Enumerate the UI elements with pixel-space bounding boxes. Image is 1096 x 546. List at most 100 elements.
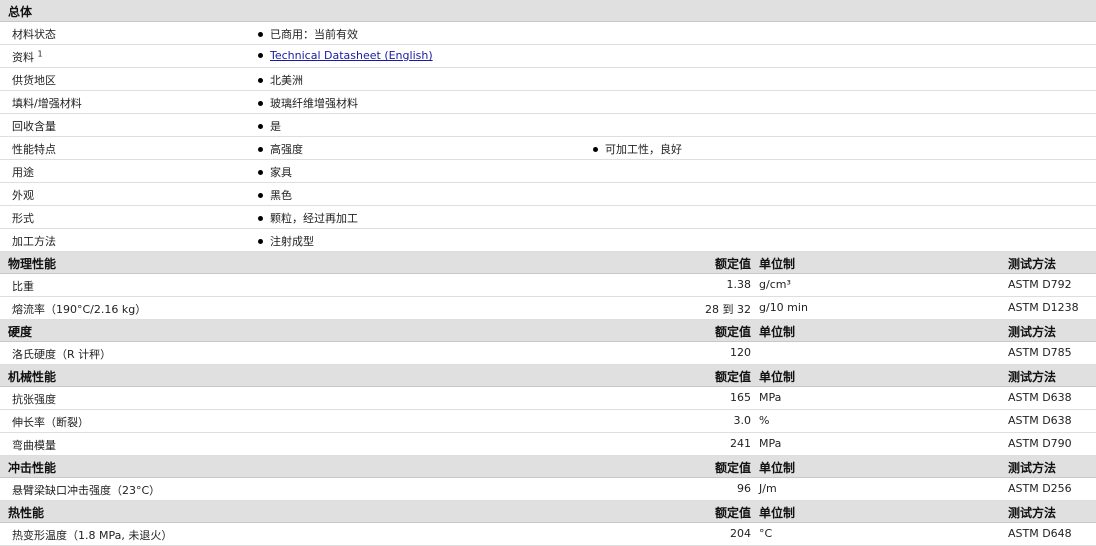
general-row: 回收含量 是 — [0, 114, 1096, 137]
col-header-unit: 单位制 — [759, 506, 796, 520]
property-row: 熔流率（190°C/2.16 kg） 28 到 32 g/10 min ASTM D1… — [0, 297, 1096, 320]
col-header-method: 测试方法 — [1008, 370, 1057, 384]
general-row: 形式 颗粒，经过再加工 — [0, 206, 1096, 229]
general-row: 外观 黑色 — [0, 183, 1096, 206]
general-row: 性能特点 高强度 可加工性，良好 — [0, 137, 1096, 160]
general-row: 填料/增强材料 玻璃纤维增强材料 — [0, 91, 1096, 114]
bullet-icon — [258, 77, 263, 83]
col-header-unit: 单位制 — [759, 461, 796, 475]
section-header: 物理性能 额定值 单位制 测试方法 — [0, 252, 1096, 274]
col-header-value: 额定值 — [714, 506, 751, 520]
property-row: 悬臂梁缺口冲击强度（23°C） 96 J/m ASTM D256 — [0, 478, 1096, 501]
property-label: 热变形温度（1.8 MPa, 未退火） — [12, 529, 173, 542]
bullet-text: 已商用：当前有效 — [270, 28, 358, 41]
property-row: 弯曲模量 241 MPa ASTM D790 — [0, 433, 1096, 456]
property-row: 比重 1.38 g/cm³ ASTM D792 — [0, 274, 1096, 297]
section-title: 机械性能 — [8, 370, 57, 384]
datasheet: 总体 材料状态 已商用：当前有效资料 1 Technical Datasheet (… — [0, 0, 1096, 546]
datasheet-link[interactable]: Technical Datasheet (English) — [270, 49, 433, 62]
property-method: ASTM D785 — [1008, 346, 1072, 359]
general-row: 用途 家具 — [0, 160, 1096, 183]
bullet-icon — [593, 146, 598, 152]
general-row: 材料状态 已商用：当前有效 — [0, 22, 1096, 45]
bullet-icon — [258, 52, 263, 58]
property-row: 伸长率（断裂） 3.0% ASTM D638 — [0, 410, 1096, 433]
property-value: 1.38 — [726, 278, 752, 291]
property-label: 伸长率（断裂） — [12, 416, 89, 429]
col-header-value: 额定值 — [714, 370, 751, 384]
bullet-text: 高强度 — [270, 143, 303, 156]
property-label: 悬臂梁缺口冲击强度（23°C） — [12, 484, 161, 497]
bullet-item: 注射成型 — [258, 233, 314, 249]
property-label: 弯曲模量 — [12, 439, 56, 452]
section-title: 总体 — [8, 5, 33, 19]
bullet-text: 黑色 — [270, 189, 292, 202]
col-header-unit: 单位制 — [759, 257, 796, 271]
row-label: 外观 — [12, 187, 34, 203]
property-unit: MPa — [759, 391, 782, 404]
row-label-text: 形式 — [12, 212, 34, 225]
bullet-item: 家具 — [258, 164, 292, 180]
property-label: 比重 — [12, 280, 34, 293]
row-label-text: 填料/增强材料 — [12, 97, 82, 110]
property-method: ASTM D792 — [1008, 278, 1072, 291]
bullet-text: 家具 — [270, 166, 292, 179]
row-label: 填料/增强材料 — [12, 95, 82, 111]
section-title: 硬度 — [8, 325, 33, 339]
col-header-unit: 单位制 — [759, 370, 796, 384]
property-value: 204 — [730, 527, 751, 540]
section-header: 冲击性能 额定值 单位制 测试方法 — [0, 456, 1096, 478]
row-label-text: 供货地区 — [12, 74, 56, 87]
bullet-text: 注射成型 — [270, 235, 314, 248]
col-header-method: 测试方法 — [1008, 325, 1057, 339]
property-value: 3.0 — [733, 414, 752, 427]
property-unit: J/m — [759, 482, 777, 495]
bullet-text: 北美洲 — [270, 74, 303, 87]
row-label: 材料状态 — [12, 26, 56, 42]
property-unit: MPa — [759, 437, 782, 450]
col-header-value: 额定值 — [714, 257, 751, 271]
section-title: 热性能 — [8, 506, 45, 520]
bullet-item: 是 — [258, 118, 281, 134]
bullet-icon — [258, 169, 263, 175]
general-row: 资料 1 Technical Datasheet (English) — [0, 45, 1096, 68]
section-header-general: 总体 — [0, 0, 1096, 22]
bullet-item: 玻璃纤维增强材料 — [258, 95, 358, 111]
property-method: ASTM D638 — [1008, 414, 1072, 427]
row-label-text: 性能特点 — [12, 143, 56, 156]
col-header-value: 额定值 — [714, 325, 751, 339]
property-value: 241 — [730, 437, 751, 450]
row-label-text: 资料 — [12, 51, 34, 64]
bullet-item: 颗粒，经过再加工 — [258, 210, 358, 226]
section-header: 机械性能 额定值 单位制 测试方法 — [0, 365, 1096, 387]
bullet-icon — [258, 238, 263, 244]
property-label: 熔流率（190°C/2.16 kg） — [12, 303, 147, 316]
bullet-icon — [258, 31, 263, 37]
bullet-icon — [258, 100, 263, 106]
property-row: 抗张强度 165 MPa ASTM D638 — [0, 387, 1096, 410]
property-row: 热变形温度（1.8 MPa, 未退火） 204 °C ASTM D648 — [0, 523, 1096, 546]
section-title: 物理性能 — [8, 257, 57, 271]
row-label: 资料 1 — [12, 49, 43, 65]
bullet-icon — [258, 192, 263, 198]
bullet-item: 黑色 — [258, 187, 292, 203]
property-label: 抗张强度 — [12, 393, 56, 406]
bullet-icon — [258, 215, 263, 221]
property-method: ASTM D256 — [1008, 482, 1072, 495]
bullet-item: 北美洲 — [258, 72, 303, 88]
property-method: ASTM D638 — [1008, 391, 1072, 404]
row-label-text: 加工方法 — [12, 235, 56, 248]
bullet-item: Technical Datasheet (English) — [258, 49, 433, 62]
general-rows: 材料状态 已商用：当前有效资料 1 Technical Datasheet (Eng… — [0, 22, 1096, 252]
general-row: 供货地区 北美洲 — [0, 68, 1096, 91]
property-unit: g/cm³ — [759, 278, 791, 291]
footnote-marker: 1 — [37, 49, 43, 59]
property-label: 洛氏硬度（R 计秤） — [12, 348, 112, 361]
bullet-item: 高强度 — [258, 141, 303, 157]
general-row: 加工方法 注射成型 — [0, 229, 1096, 252]
bullet-icon — [258, 123, 263, 129]
property-row: 洛氏硬度（R 计秤） 120 ASTM D785 — [0, 342, 1096, 365]
row-label: 形式 — [12, 210, 34, 226]
section-header: 硬度 额定值 单位制 测试方法 — [0, 320, 1096, 342]
property-sections: 物理性能 额定值 单位制 测试方法 比重 1.38 g/cm³ ASTM D792 熔流率（19… — [0, 252, 1096, 546]
